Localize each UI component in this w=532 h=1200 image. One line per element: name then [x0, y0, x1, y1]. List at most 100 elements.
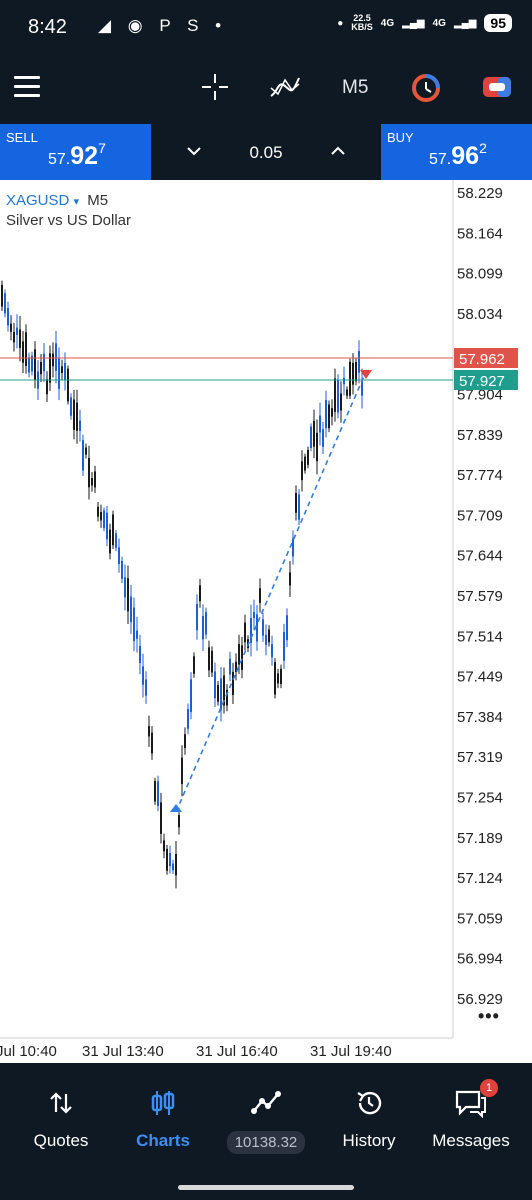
ask-price-label: 57.962 [459, 351, 505, 368]
candle-body [10, 323, 12, 332]
time-axis-label: 31 Jul 16:40 [196, 1043, 278, 1060]
trade-history-line [175, 375, 365, 813]
candle-body [253, 611, 255, 619]
candle-body [55, 343, 57, 371]
network-1: 4G [380, 17, 395, 29]
candle-body [229, 658, 231, 675]
candle-body [172, 863, 174, 871]
nav-history[interactable]: History [316, 1085, 422, 1151]
candle-body [61, 366, 63, 373]
price-axis-label: 57.839 [457, 427, 503, 444]
bid-price-label: 57.927 [459, 373, 505, 390]
candle-body [268, 629, 270, 643]
candle-body [256, 614, 258, 642]
charts-icon [110, 1085, 216, 1121]
candle-body [76, 402, 78, 431]
chevron-up-icon[interactable] [329, 142, 347, 160]
candle-body [118, 547, 120, 564]
more-options-icon[interactable]: ••• [478, 1006, 500, 1027]
history-icon [316, 1085, 422, 1121]
price-axis-label: 57.774 [457, 467, 503, 484]
quotes-icon [8, 1085, 114, 1121]
candle-body [313, 421, 315, 447]
buy-entry-arrow-icon [170, 804, 182, 812]
candle-body [325, 399, 327, 429]
nav-trade[interactable]: 10138.32 [213, 1085, 319, 1154]
candle-body [169, 853, 171, 867]
price-axis: 58.22958.16458.09958.03457.96957.90457.8… [457, 185, 503, 1008]
candle-body [202, 615, 204, 640]
price-axis-label: 57.384 [457, 709, 503, 726]
nav-history-label: History [342, 1131, 396, 1150]
candle-body [100, 512, 102, 521]
candle-body [106, 512, 108, 540]
sell-button[interactable]: SELL 57.927 [0, 124, 151, 180]
candle-body [295, 492, 297, 513]
menu-icon[interactable] [14, 76, 40, 102]
price-axis-label: 58.164 [457, 225, 503, 242]
network-speed: 22.5 KB/S [351, 14, 373, 32]
sell-label: SELL [6, 130, 38, 145]
candle-body [283, 631, 285, 661]
candle-body [58, 358, 60, 389]
dropdown-arrow-icon: ▾ [73, 196, 80, 208]
messages-icon: 1 [418, 1079, 524, 1121]
buy-price-big: 96 [451, 142, 480, 170]
price-axis-label: 56.994 [457, 951, 503, 968]
price-axis-label: 57.644 [457, 548, 503, 565]
status-right: ● 22.5 KB/S 4G ▂▄▆ 4G ▂▄▆ 95 [337, 14, 512, 32]
one-click-trade-icon[interactable] [481, 73, 513, 101]
nav-quotes[interactable]: Quotes [8, 1085, 114, 1151]
chart-canvas[interactable]: 58.22958.16458.09958.03457.96957.90457.8… [0, 180, 532, 1063]
candle-body [1, 284, 3, 307]
nav-messages[interactable]: 1 Messages [418, 1079, 524, 1151]
price-axis-label: 57.514 [457, 628, 503, 645]
clock-time: 8:42 [28, 16, 67, 38]
candle-body [298, 494, 300, 520]
candle-body [124, 577, 126, 598]
candle-body [166, 848, 168, 871]
candle-body [52, 353, 54, 367]
timeframe-selector[interactable]: M5 [342, 77, 368, 99]
candles-group [1, 280, 363, 889]
candle-body [160, 802, 162, 834]
price-axis-label: 57.449 [457, 669, 503, 686]
candle-body [151, 732, 153, 754]
symbol-selector[interactable]: XAGUSD ▾ M5 [6, 192, 108, 209]
nav-messages-label: Messages [432, 1131, 510, 1150]
candle-body [91, 478, 93, 486]
candle-body [121, 560, 123, 579]
candle-body [334, 378, 336, 412]
candle-body [208, 647, 210, 671]
candle-body [175, 853, 177, 876]
buy-button[interactable]: BUY 57.962 [381, 124, 532, 180]
candle-body [103, 510, 105, 529]
candle-body [265, 634, 267, 645]
candle-body [340, 393, 342, 411]
candle-body [13, 331, 15, 343]
candle-body [196, 603, 198, 631]
crosshair-icon[interactable] [200, 72, 230, 102]
candle-body [139, 646, 141, 664]
candle-body [22, 341, 24, 363]
time-axis-label: 31 Jul 19:40 [310, 1043, 392, 1060]
clock-icon[interactable] [410, 72, 442, 104]
nav-charts[interactable]: Charts [110, 1085, 216, 1151]
indicators-icon[interactable] [268, 72, 302, 102]
candle-body [46, 379, 48, 395]
bottom-navigation: Quotes Charts 10138.32 History 1 Message… [0, 1063, 532, 1200]
candle-body [70, 397, 72, 416]
candle-body [241, 645, 243, 670]
candle-body [73, 399, 75, 430]
message-badge: 1 [480, 1079, 498, 1097]
speed-unit: KB/S [351, 22, 373, 32]
notification-icons: ◢ ◉ P S • [98, 16, 228, 35]
candle-body [280, 668, 282, 684]
candle-body [199, 585, 201, 602]
candle-body [28, 357, 30, 373]
price-axis-label: 58.229 [457, 185, 503, 202]
candle-body [145, 679, 147, 696]
candle-body [178, 815, 180, 828]
price-chart[interactable]: 58.22958.16458.09958.03457.96957.90457.8… [0, 180, 532, 1063]
home-indicator[interactable] [178, 1185, 354, 1190]
